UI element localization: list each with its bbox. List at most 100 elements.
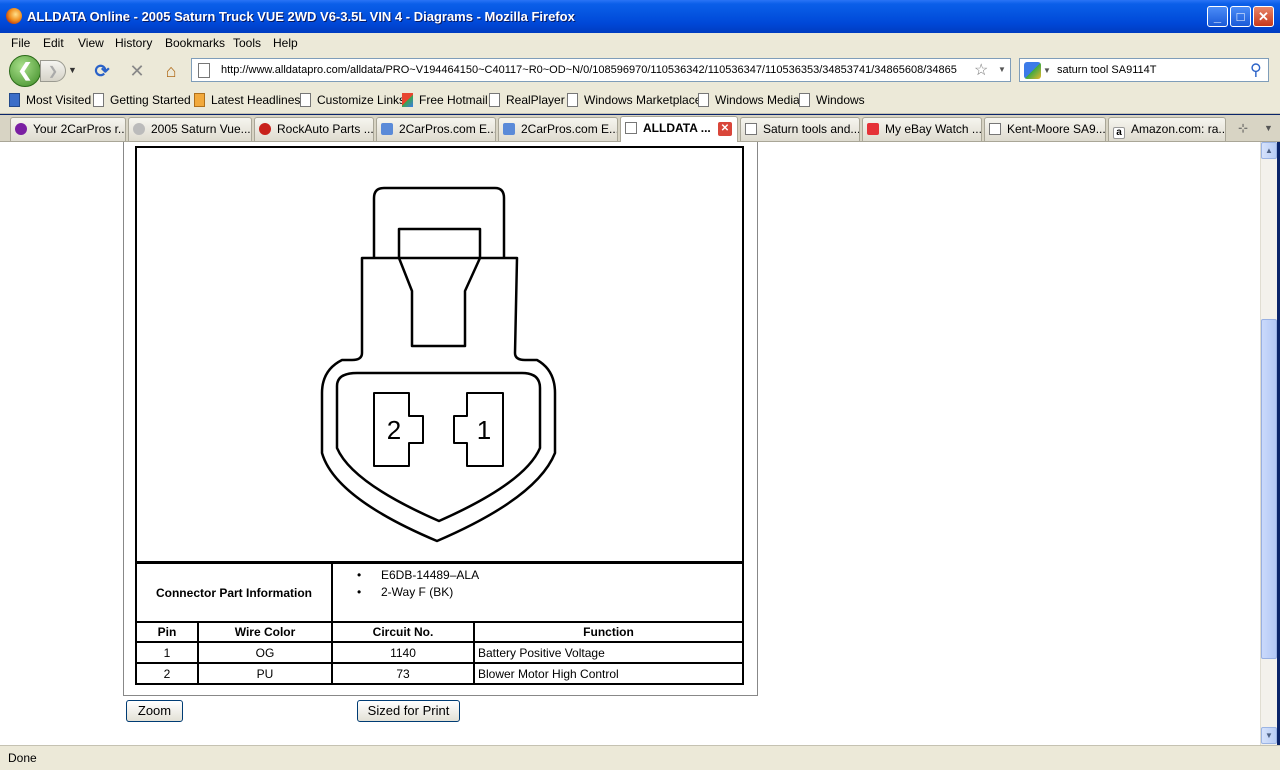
menu-edit[interactable]: Edit [43, 36, 64, 50]
minimize-button[interactable]: _ [1207, 6, 1228, 27]
pin-cell: 2 [135, 662, 199, 685]
part-number: E6DB-14489–ALA [381, 568, 480, 582]
function-cell: Battery Positive Voltage [473, 641, 744, 664]
part-number-item: • E6DB-14489–ALA [357, 568, 480, 582]
rss-feed-icon [194, 93, 205, 107]
loading-icon [133, 123, 145, 135]
zoom-button[interactable]: Zoom [126, 700, 183, 722]
menu-view[interactable]: View [78, 36, 104, 50]
ebay-icon [867, 123, 879, 135]
firefox-logo-icon [6, 8, 22, 24]
close-window-button[interactable]: ✕ [1253, 6, 1274, 27]
url-input[interactable]: http://www.alldatapro.com/alldata/PRO~V1… [221, 64, 971, 76]
connector-face-drawing: 2 1 [320, 186, 557, 543]
bookmark-realplayer[interactable]: RealPlayer [489, 93, 565, 107]
car-icon [381, 123, 393, 135]
home-icon[interactable]: ⌂ [160, 60, 182, 82]
page-icon [698, 93, 709, 107]
bookmark-label: Getting Started [110, 93, 191, 107]
connector-part-info: • E6DB-14489–ALA • 2-Way F (BK) [331, 562, 744, 623]
pin-cell: 1 [135, 641, 199, 664]
reload-icon[interactable]: ⟳ [91, 60, 113, 82]
bookmark-free-hotmail[interactable]: Free Hotmail [402, 93, 488, 107]
maximize-button[interactable]: □ [1230, 6, 1251, 27]
tab-label: 2005 Saturn Vue... [151, 122, 251, 136]
tab-rockauto[interactable]: RockAuto Parts ... [254, 117, 374, 141]
connector-part-row: Connector Part Information • E6DB-14489–A… [135, 562, 744, 623]
bookmark-label: RealPlayer [506, 93, 565, 107]
navigation-toolbar: ❮ ❯ ▼ ⟳ ✕ ⌂ http://www.alldatapro.com/al… [0, 53, 1280, 87]
table-row: 1 OG 1140 Battery Positive Voltage [135, 641, 744, 664]
tab-label: Saturn tools and... [763, 122, 860, 136]
circuit-no-cell: 1140 [331, 641, 475, 664]
search-input[interactable]: saturn tool SA9114T [1057, 64, 1156, 76]
latch-slot-outline [397, 257, 482, 348]
tab-label: My eBay Watch ... [885, 122, 982, 136]
history-dropdown-icon[interactable]: ▼ [68, 65, 77, 75]
table-header-row: Pin Wire Color Circuit No. Function [135, 621, 744, 643]
url-dropdown-icon[interactable]: ▼ [998, 65, 1006, 74]
car-icon [503, 123, 515, 135]
search-icon[interactable]: ⚲ [1250, 60, 1262, 80]
tab-alldata-active[interactable]: ALLDATA ... ✕ [620, 116, 738, 142]
vertical-scrollbar[interactable]: ▲ ▼ [1260, 142, 1277, 745]
rockauto-icon [259, 123, 271, 135]
latch-inner-outline [397, 227, 482, 258]
page-icon [93, 93, 104, 107]
tab-ebay[interactable]: My eBay Watch ... [862, 117, 982, 141]
tab-list-dropdown-icon[interactable]: ▼ [1264, 123, 1273, 133]
connector-diagram: 2 1 [135, 146, 744, 563]
tab-scroll-icon[interactable]: ⊹ [1238, 121, 1248, 135]
bookmark-most-visited[interactable]: Most Visited [9, 93, 91, 107]
tab-label: Kent-Moore SA9... [1007, 122, 1106, 136]
tab-kent-moore[interactable]: Kent-Moore SA9... [984, 117, 1106, 141]
menu-tools[interactable]: Tools [233, 36, 261, 50]
scrollbar-thumb[interactable] [1261, 319, 1277, 659]
search-engine-dropdown-icon[interactable]: ▼ [1043, 66, 1051, 75]
page-icon [625, 122, 637, 134]
tab-2carpros-1[interactable]: Your 2CarPros r... [10, 117, 126, 141]
header-pin: Pin [135, 621, 199, 643]
bookmarks-toolbar: Most Visited Getting Started Latest Head… [0, 87, 1280, 114]
page-icon [989, 123, 1001, 135]
connector-info-table: Connector Part Information • E6DB-14489–A… [135, 562, 744, 685]
menu-bookmarks[interactable]: Bookmarks [165, 36, 225, 50]
sized-for-print-button[interactable]: Sized for Print [357, 700, 460, 722]
tab-saturn-vue[interactable]: 2005 Saturn Vue... [128, 117, 252, 141]
google-search-engine-icon[interactable] [1024, 62, 1041, 79]
bookmark-windows-media[interactable]: Windows Media [698, 93, 800, 107]
bookmark-getting-started[interactable]: Getting Started [93, 93, 191, 107]
tab-saturn-tools[interactable]: Saturn tools and... [740, 117, 860, 141]
connector-face-outline [335, 371, 542, 523]
header-circuit-no: Circuit No. [331, 621, 475, 643]
tab-label: Your 2CarPros r... [33, 122, 126, 136]
menu-file[interactable]: File [11, 36, 30, 50]
page-icon [300, 93, 311, 107]
forward-button[interactable]: ❯ [40, 60, 66, 82]
bookmark-customize-links[interactable]: Customize Links [300, 93, 405, 107]
close-tab-icon[interactable]: ✕ [718, 122, 732, 136]
latch-tab-outline [372, 186, 506, 258]
bookmark-star-icon[interactable]: ☆ [974, 60, 988, 80]
bookmark-label: Most Visited [26, 93, 92, 107]
wire-color-cell: OG [197, 641, 333, 664]
tab-2carpros-2[interactable]: 2CarPros.com E... [376, 117, 496, 141]
pin-2-label: 2 [387, 415, 401, 445]
bookmark-latest-headlines[interactable]: Latest Headlines [194, 93, 300, 107]
tab-2carpros-3[interactable]: 2CarPros.com E... [498, 117, 618, 141]
bookmark-label: Customize Links [317, 93, 406, 107]
url-bar[interactable]: http://www.alldatapro.com/alldata/PRO~V1… [191, 58, 1011, 82]
connector-body-outline [320, 256, 557, 543]
tab-amazon[interactable]: a Amazon.com: ra... [1108, 117, 1226, 141]
menu-help[interactable]: Help [273, 36, 298, 50]
bookmark-windows[interactable]: Windows [799, 93, 865, 107]
menu-history[interactable]: History [115, 36, 152, 50]
scroll-up-arrow-icon[interactable]: ▲ [1261, 142, 1277, 159]
search-bar[interactable]: ▼ saturn tool SA9114T ⚲ [1019, 58, 1269, 82]
back-button[interactable]: ❮ [9, 55, 41, 87]
stop-icon[interactable]: ✕ [126, 60, 148, 82]
page-icon [489, 93, 500, 107]
scroll-down-arrow-icon[interactable]: ▼ [1261, 727, 1277, 744]
bookmark-label: Windows Media [715, 93, 800, 107]
bookmark-windows-marketplace[interactable]: Windows Marketplace [567, 93, 701, 107]
